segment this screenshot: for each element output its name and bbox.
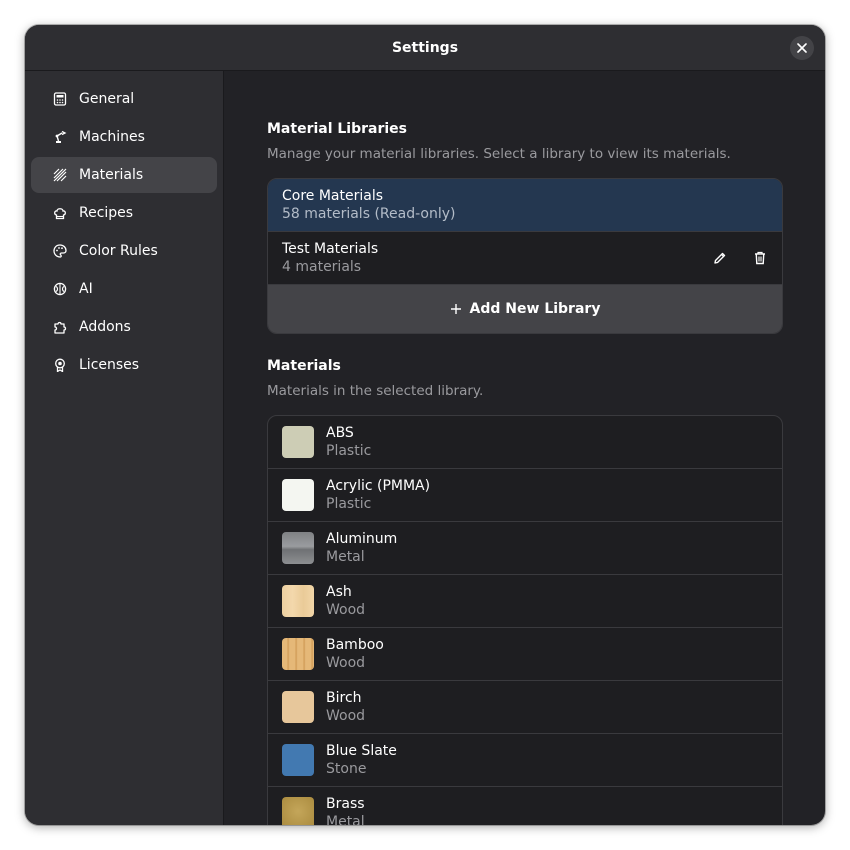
material-swatch — [282, 797, 314, 825]
material-category: Wood — [326, 655, 366, 671]
window-title: Settings — [391, 39, 459, 56]
material-category: Stone — [326, 761, 367, 777]
sidebar-item-label: AI — [79, 281, 93, 297]
trash-icon — [755, 251, 765, 265]
material-category: Plastic — [326, 496, 372, 512]
close-button[interactable] — [790, 36, 814, 60]
material-category: Wood — [326, 602, 366, 618]
material-category: Plastic — [326, 443, 372, 459]
certificate-icon — [52, 357, 68, 373]
material-row[interactable]: Bamboo Wood — [268, 628, 782, 681]
material-category: Wood — [326, 708, 366, 724]
material-swatch — [282, 744, 314, 776]
library-name: Test Materials — [282, 241, 379, 257]
sidebar-item-label: General — [79, 91, 135, 107]
sidebar-item-general[interactable]: General — [31, 81, 217, 117]
library-row-test[interactable]: Test Materials 4 materials — [268, 232, 782, 285]
sidebar-item-licenses[interactable]: Licenses — [31, 347, 217, 383]
sidebar-item-label: Addons — [79, 319, 131, 335]
material-swatch — [282, 638, 314, 670]
settings-window: Settings General Machines Materials Reci… — [25, 25, 825, 825]
material-row[interactable]: Birch Wood — [268, 681, 782, 734]
material-name: Blue Slate — [326, 743, 397, 759]
material-swatch — [282, 426, 314, 458]
material-name: Bamboo — [326, 637, 384, 653]
material-row[interactable]: Acrylic (PMMA) Plastic — [268, 469, 782, 522]
libraries-title: Material Libraries — [267, 121, 408, 137]
robot-arm-icon — [52, 129, 68, 145]
hatch-pattern-icon — [52, 167, 68, 183]
sidebar-item-label: Materials — [79, 167, 144, 183]
chef-hat-icon — [52, 205, 68, 221]
sidebar-item-addons[interactable]: Addons — [31, 309, 217, 345]
sidebar-item-ai[interactable]: AI — [31, 271, 217, 307]
edit-library-button[interactable] — [712, 248, 728, 268]
material-row[interactable]: ABS Plastic — [268, 416, 782, 469]
sidebar-item-label: Licenses — [79, 357, 140, 373]
material-swatch — [282, 691, 314, 723]
material-row[interactable]: Ash Wood — [268, 575, 782, 628]
material-name: Brass — [326, 796, 365, 812]
palette-icon — [52, 243, 68, 259]
material-name: Ash — [326, 584, 352, 600]
material-name: Birch — [326, 690, 362, 706]
puzzle-icon — [52, 319, 68, 335]
materials-list: ABS Plastic Acrylic (PMMA) Plastic Alumi… — [267, 415, 783, 825]
sidebar-item-label: Recipes — [79, 205, 134, 221]
material-name: Acrylic (PMMA) — [326, 478, 431, 494]
material-name: ABS — [326, 425, 354, 441]
material-swatch — [282, 585, 314, 617]
sidebar-item-materials[interactable]: Materials — [31, 157, 217, 193]
title-bar: Settings — [25, 25, 825, 71]
materials-description: Materials in the selected library. — [267, 383, 484, 399]
material-row[interactable]: Aluminum Metal — [268, 522, 782, 575]
sidebar-item-color-rules[interactable]: Color Rules — [31, 233, 217, 269]
material-category: Metal — [326, 814, 365, 825]
calculator-icon — [52, 91, 68, 107]
materials-title: Materials — [267, 358, 341, 374]
sidebar: General Machines Materials Recipes Color… — [25, 71, 224, 825]
material-name: Aluminum — [326, 531, 398, 547]
pencil-icon — [714, 252, 726, 264]
library-subtitle: 58 materials (Read-only) — [282, 206, 456, 222]
delete-library-button[interactable] — [752, 248, 768, 268]
plus-icon — [450, 303, 462, 315]
add-library-label: Add New Library — [469, 301, 601, 317]
library-row-core[interactable]: Core Materials 58 materials (Read-only) — [268, 179, 782, 232]
library-name: Core Materials — [282, 188, 384, 204]
brain-icon — [52, 281, 68, 297]
library-actions — [712, 248, 768, 268]
material-swatch — [282, 532, 314, 564]
material-row[interactable]: Blue Slate Stone — [268, 734, 782, 787]
material-row[interactable]: Brass Metal — [268, 787, 782, 825]
sidebar-item-recipes[interactable]: Recipes — [31, 195, 217, 231]
library-list: Core Materials 58 materials (Read-only) … — [267, 178, 783, 334]
sidebar-item-label: Color Rules — [79, 243, 158, 259]
add-library-button[interactable]: Add New Library — [268, 285, 782, 333]
sidebar-item-machines[interactable]: Machines — [31, 119, 217, 155]
libraries-description: Manage your material libraries. Select a… — [267, 146, 731, 162]
material-swatch — [282, 479, 314, 511]
material-category: Metal — [326, 549, 365, 565]
close-icon — [797, 43, 807, 53]
main-content: Material Libraries Manage your material … — [225, 71, 825, 825]
sidebar-item-label: Machines — [79, 129, 145, 145]
library-subtitle: 4 materials — [282, 259, 362, 275]
